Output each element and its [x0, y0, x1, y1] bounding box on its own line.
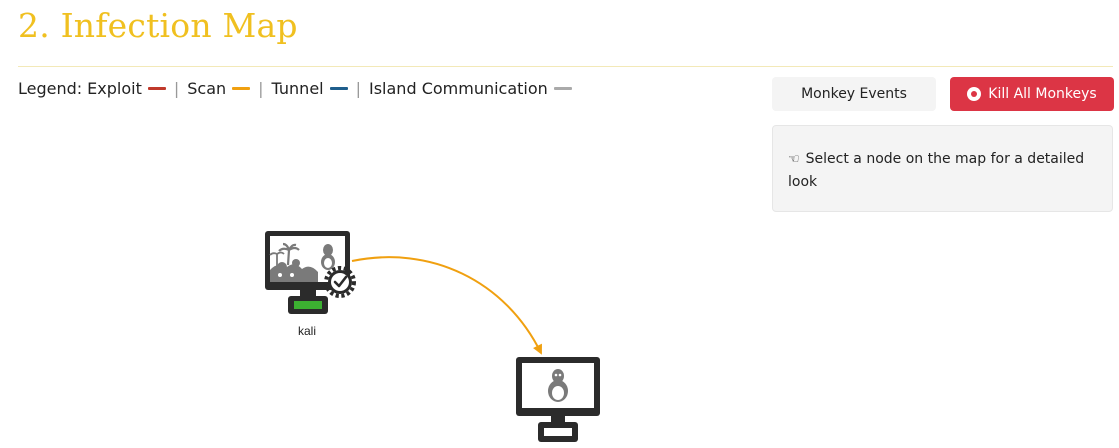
infection-map-canvas[interactable]: kali: [0, 120, 770, 448]
monkey-island-linux-node-icon: [265, 231, 356, 314]
legend-separator: |: [173, 79, 180, 98]
network-node-linux-machine[interactable]: [516, 357, 600, 442]
tunnel-line-swatch: [329, 87, 348, 90]
legend-separator: |: [258, 79, 264, 98]
scan-edge[interactable]: [351, 256, 542, 355]
legend-item-island-communication: Island Communication: [369, 79, 572, 98]
running-gear-badge-icon: [324, 266, 356, 298]
scan-line-swatch: [232, 87, 251, 90]
legend-separator: |: [355, 79, 361, 98]
network-graph: [265, 231, 600, 442]
legend-item-exploit: Exploit: [87, 79, 166, 98]
infection-map-page: 2. Infection Map Legend: Exploit | Scan …: [0, 0, 1119, 448]
monkey-events-button[interactable]: Monkey Events: [772, 77, 936, 111]
legend-item-label: Island Communication: [369, 79, 548, 98]
title-divider: [18, 66, 1113, 67]
kill-all-monkeys-button[interactable]: Kill All Monkeys: [950, 77, 1114, 111]
page-title: 2. Infection Map: [18, 6, 298, 45]
monkey-events-button-label: Monkey Events: [801, 86, 907, 102]
stop-circle-icon: [967, 87, 982, 101]
legend-item-label: Exploit: [87, 79, 142, 98]
pointing-hand-icon: ☜: [788, 152, 800, 167]
legend-item-label: Tunnel: [271, 79, 324, 98]
linux-machine-node-icon: [516, 357, 600, 442]
legend-item-label: Scan: [187, 79, 227, 98]
node-details-panel: ☜ Select a node on the map for a detailed…: [772, 125, 1113, 212]
node-label-kali: kali: [298, 324, 317, 338]
legend-item-tunnel: Tunnel: [272, 79, 348, 98]
kill-all-monkeys-button-label: Kill All Monkeys: [988, 86, 1097, 102]
legend-item-scan: Scan: [187, 79, 251, 98]
node-details-message: Select a node on the map for a detailed …: [788, 151, 1085, 190]
island-communication-line-swatch: [553, 87, 572, 90]
exploit-line-swatch: [147, 87, 166, 90]
map-legend: Legend: Exploit | Scan | Tunnel | Island…: [18, 79, 572, 98]
legend-label: Legend:: [18, 79, 83, 98]
network-node-kali[interactable]: [265, 231, 356, 314]
